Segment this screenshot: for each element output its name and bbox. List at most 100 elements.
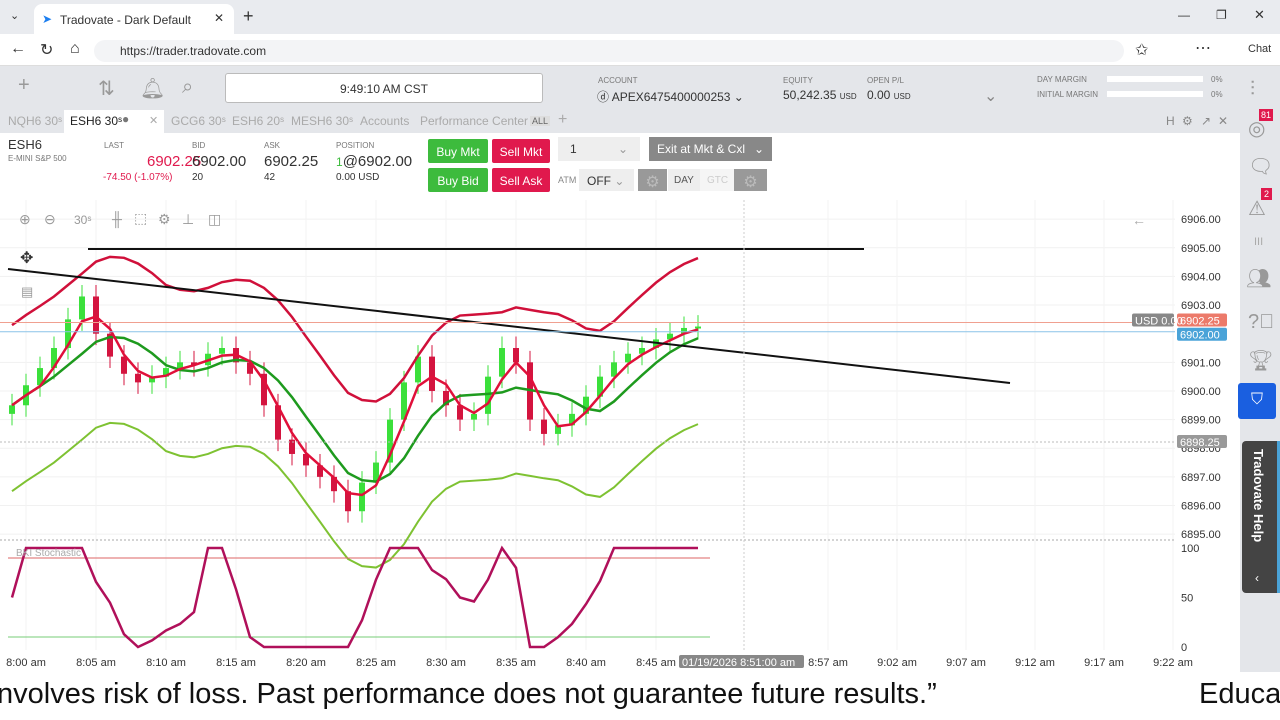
trophy-icon[interactable]: 🏆︎ (1248, 348, 1273, 373)
candle (611, 362, 617, 377)
equity-amount: 50,242.35 (783, 88, 837, 102)
maximize-icon[interactable]: ❐ (1216, 8, 1227, 22)
bars-icon[interactable]: III (1254, 236, 1263, 248)
zoom-out-icon[interactable]: ⊖ (44, 211, 56, 228)
time-tick-label: 8:00 am (6, 657, 46, 669)
account-selector[interactable]: ⓓ APEX6475400000253 ⌄ (597, 88, 744, 105)
close-module-icon[interactable]: ✕ (1218, 114, 1228, 128)
search-icon[interactable]: ⌕ (182, 76, 193, 99)
transfer-icon[interactable]: ⇅ (98, 76, 115, 101)
chat-button[interactable]: Chat (1248, 43, 1271, 55)
buy-market-button[interactable]: Buy Mkt (428, 139, 488, 163)
price-tick-label: 6905.00 (1181, 243, 1221, 255)
selection-icon[interactable]: ⬚ (134, 210, 147, 227)
chevron-down-icon: ⌄ (617, 142, 628, 156)
bell-icon[interactable]: 🔔︎ (140, 76, 165, 101)
chart-area[interactable]: 6906.00 6905.00 6904.00 6903.00 6901.00 6900.… (0, 200, 1240, 672)
refresh-icon[interactable]: ↻ (40, 40, 53, 60)
close-tab-icon[interactable]: ✕ (214, 11, 224, 25)
sell-ask-button[interactable]: Sell Ask (492, 168, 550, 192)
time-tick-label: 8:10 am (146, 657, 186, 669)
minimize-icon[interactable]: — (1178, 8, 1190, 22)
candle (625, 353, 631, 363)
add-icon[interactable]: + (18, 74, 30, 97)
settings-icon[interactable]: ⚙ (1182, 114, 1193, 128)
tab-gcg6[interactable]: GCG6 30ˢ (171, 114, 226, 128)
price-tick-label: 6906.00 (1181, 214, 1221, 226)
all-tabs-button[interactable]: ALL (530, 116, 551, 126)
candle-type-icon[interactable]: ╫ (112, 211, 122, 227)
atm-select[interactable]: OFF ⌄ (579, 169, 634, 191)
position-pl: 0.00 USD (336, 172, 380, 183)
tif-day-button[interactable]: DAY (668, 169, 700, 191)
collapse-icon[interactable]: ‹ (1255, 571, 1259, 585)
quantity-select[interactable]: 1 ⌄ (558, 137, 640, 161)
home-icon[interactable]: ⌂ (70, 40, 80, 58)
initial-margin-value: 0% (1211, 90, 1223, 99)
favorites-icon[interactable]: ✩ (1135, 40, 1148, 60)
indicators-icon[interactable]: ⊥ (182, 211, 194, 228)
day-margin-bar (1107, 76, 1203, 82)
time-tick-label: 8:30 am (426, 657, 466, 669)
hide-button[interactable]: H (1166, 114, 1175, 128)
tab-esh6-20s[interactable]: ESH6 20ˢ (232, 114, 284, 128)
price-tick-label: 6901.00 (1181, 357, 1221, 369)
risk-shield-icon[interactable]: ⛉ (1238, 383, 1276, 419)
time-tick-label: 9:02 am (877, 657, 917, 669)
tab-label: ESH6 30ˢ (70, 114, 123, 128)
exit-at-mkt-button[interactable]: Exit at Mkt & Cxl ⌄ (649, 137, 772, 161)
tab-performance-center[interactable]: Performance Center (420, 114, 528, 128)
close-window-icon[interactable]: ✕ (1254, 7, 1265, 23)
tradovate-help-tab[interactable]: Tradovate Help ‹ (1242, 441, 1280, 593)
atm-settings-icon[interactable]: ⚙ (638, 169, 667, 191)
right-sidebar: ⫶ ◎ 81 🗨︎ ⚠ 2 III 👥︎ ?⃝ 🏆︎ ⛉ Tradovate H… (1238, 66, 1280, 720)
browser-tab[interactable]: ➤ Tradovate - Dark Default ✕ (34, 4, 234, 34)
module-tabs: NQH6 30ˢ GCG6 30ˢ ESH6 20ˢ MESH6 30ˢ Acc… (0, 110, 1240, 133)
caption-text: nvolves risk of loss. Past performance d… (0, 678, 937, 710)
notes-icon[interactable]: ▤ (21, 284, 33, 300)
close-tab-icon[interactable]: ✕ (149, 114, 158, 127)
candle (121, 356, 127, 374)
sliders-icon[interactable]: ⫶ (1250, 78, 1255, 101)
more-icon[interactable]: ⋯ (1195, 38, 1211, 58)
url-field[interactable]: https://trader.tradovate.com (94, 40, 1124, 62)
interval-button[interactable]: 30ˢ (74, 213, 91, 227)
tab-esh6-30s[interactable]: ESH6 30ˢ ● ✕ (64, 110, 164, 133)
tab-nqh6[interactable]: NQH6 30ˢ (8, 114, 62, 128)
buy-bid-button[interactable]: Buy Bid (428, 168, 488, 192)
price-tick-label: 6897.00 (1181, 472, 1221, 484)
popout-icon[interactable]: ↗ (1201, 114, 1211, 128)
tif-gtc-button[interactable]: GTC (700, 169, 734, 191)
order-settings-icon[interactable]: ⚙ (734, 169, 767, 191)
equity-label: EQUITY (783, 76, 813, 85)
last-price-tag: 6902.25 (1180, 316, 1220, 328)
back-icon[interactable]: ← (10, 40, 26, 58)
price-tick-label: 6903.00 (1181, 300, 1221, 312)
add-tab-icon[interactable]: + (558, 111, 567, 129)
crosshair-icon[interactable]: ✥ (20, 248, 33, 268)
back-arrow-icon[interactable]: ← (1132, 212, 1146, 228)
new-tab-icon[interactable]: + (243, 6, 254, 27)
sell-market-button[interactable]: Sell Mkt (492, 139, 550, 163)
zoom-in-icon[interactable]: ⊕ (19, 211, 31, 228)
settings-icon[interactable]: ⚙ (158, 211, 171, 228)
openpl-currency: USD (893, 92, 911, 101)
bid-size: 20 (192, 172, 204, 183)
tab-mesh6[interactable]: MESH6 30ˢ (291, 114, 353, 128)
trading-panel: ESH6 E-MINI S&P 500 LAST 6902.25 -74.50 … (0, 133, 1240, 200)
candle (79, 296, 85, 320)
chat-icon[interactable]: 🗨︎ (1248, 154, 1273, 179)
symbol[interactable]: ESH6 (8, 137, 42, 152)
expand-icon[interactable]: ⌄ (984, 86, 997, 106)
price-tick-label: 6904.00 (1181, 271, 1221, 283)
tab-accounts[interactable]: Accounts (360, 114, 409, 128)
time-tick-label: 8:25 am (356, 657, 396, 669)
help-icon[interactable]: ?⃝ (1248, 311, 1274, 334)
tab-list-icon[interactable]: ⌄ (10, 9, 19, 22)
candle (219, 348, 225, 354)
community-icon[interactable]: 👥︎ (1246, 266, 1271, 291)
account-label: ACCOUNT (598, 76, 638, 85)
clock-display: 9:49:10 AM CST (225, 73, 543, 103)
chevron-down-icon: ⌄ (753, 142, 764, 156)
layout-icon[interactable]: ◫ (208, 211, 221, 228)
